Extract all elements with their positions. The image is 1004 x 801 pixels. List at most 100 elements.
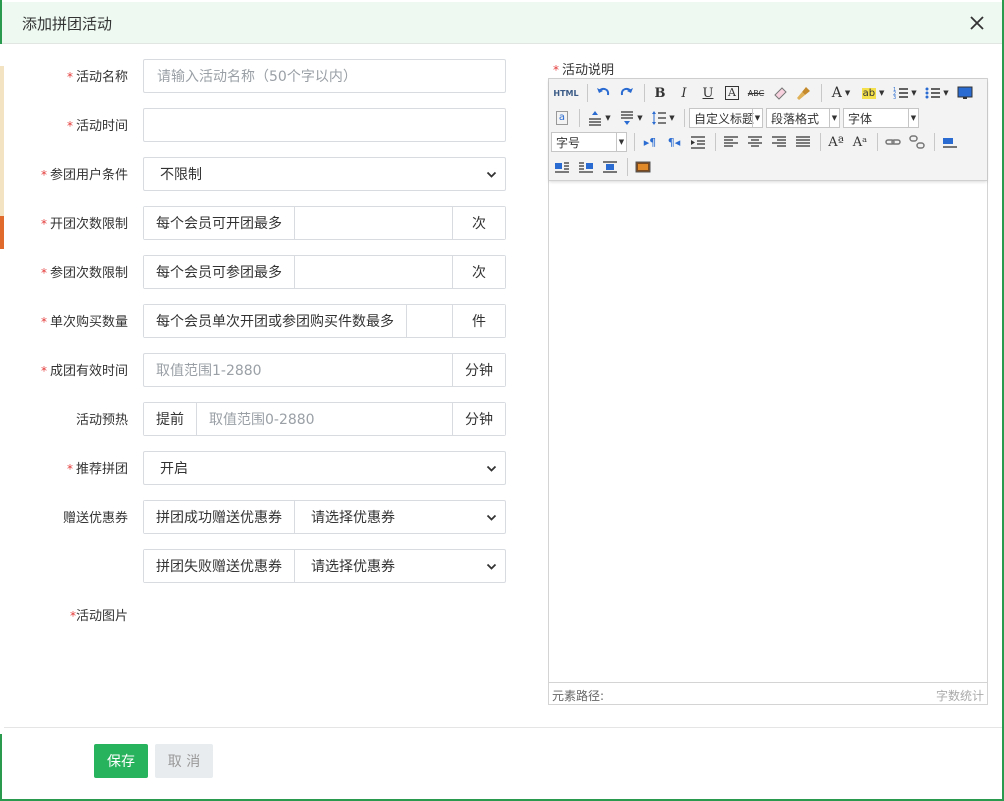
strikethrough-button[interactable]: ABC [745,82,767,104]
eraser-icon [774,87,787,100]
spacing-bottom-icon [621,111,634,125]
editor-content-area[interactable] [549,181,987,683]
ltr-button[interactable]: ▸¶ [639,131,661,153]
label-time: * 活动时间 [66,119,128,134]
paragraph-format-select[interactable]: 段落格式 ▼ [766,108,840,128]
cancel-button[interactable]: 取 消 [155,744,213,778]
valid-time-group: 取值范围1-2880 分钟 [143,353,506,387]
row-coupon-fail: 拼团失败赠送优惠券 请选择优惠券 [0,549,520,583]
image-center-icon [603,161,617,173]
font-size-select[interactable]: 字号 ▼ [551,132,627,152]
preheat-input[interactable]: 取值范围0-2880 [197,403,452,435]
indent-icon [691,136,705,149]
buy-limit-prefix: 每个会员单次开团或参团购买件数最多 [144,305,407,337]
dialog-title: 添加拼团活动 [22,15,113,33]
underline-button[interactable]: U [697,82,719,104]
element-path: 元素路径: [552,689,605,703]
dialog-header: 添加拼团活动 [2,2,1002,44]
word-count[interactable]: 字数统计 [936,687,984,704]
row-valid-time: * 成团有效时间 取值范围1-2880 分钟 [0,353,520,387]
lowercase-icon: Aᵃ [852,134,868,150]
coupon-fail-prefix: 拼团失败赠送优惠券 [144,550,295,582]
line-height-icon [652,111,667,125]
join-limit-suffix: 次 [452,256,505,288]
brush-icon [797,87,810,100]
open-limit-input[interactable] [295,207,452,239]
align-center-button[interactable] [744,131,766,153]
italic-icon: I [681,85,687,101]
uppercase-icon: Aª [828,134,844,150]
italic-button[interactable]: I [673,82,695,104]
close-button[interactable] [966,12,988,34]
row-name: * 活动名称 请输入活动名称（50个字以内） [0,59,520,93]
align-right-button[interactable] [768,131,790,153]
image-left-button[interactable] [551,156,573,178]
font-color-icon: A [831,85,842,101]
image-inline-icon [943,138,957,148]
image-none-button[interactable] [939,131,961,153]
fullscreen-button[interactable] [954,82,976,104]
font-border-icon: A [725,86,739,100]
font-family-select[interactable]: 字体 ▼ [843,108,919,128]
html-source-button[interactable]: HTML [551,82,581,104]
bold-icon: B [654,85,666,101]
line-height-button[interactable]: ▼ [648,107,678,129]
close-icon [970,16,984,30]
ordered-list-button[interactable]: 1 2 3 ▼ [890,82,920,104]
align-center-icon [748,136,762,147]
align-left-button[interactable] [720,131,742,153]
format-brush-button[interactable] [793,82,815,104]
rtl-icon: ¶◂ [667,135,681,149]
row-spacing-bottom-button[interactable]: ▼ [616,107,646,129]
label-recommend: * 推荐拼团 [66,462,128,477]
undo-button[interactable] [592,82,614,104]
font-border-button[interactable]: A [721,82,743,104]
row-spacing-top-button[interactable]: ▼ [584,107,614,129]
unlink-icon [909,135,925,149]
unordered-list-button[interactable]: ▼ [922,82,952,104]
align-justify-button[interactable] [792,131,814,153]
indent-button[interactable] [687,131,709,153]
recommend-select[interactable]: 开启 [143,451,506,485]
buy-limit-input[interactable] [407,305,452,337]
insert-image-button[interactable] [632,156,654,178]
custom-title-select[interactable]: 自定义标题 ▼ [689,108,763,128]
spacing-top-icon [589,111,602,126]
chevron-down-icon [486,465,497,472]
label-join-limit: * 参团次数限制 [40,266,128,281]
coupon-fail-select[interactable]: 请选择优惠券 [295,550,505,582]
row-time: * 活动时间 [0,108,520,142]
label-user-condition: * 参团用户条件 [40,168,128,183]
chevron-down-icon [486,171,497,178]
background-color-button[interactable]: ab ▼ [858,82,888,104]
rtl-button[interactable]: ¶◂ [663,131,685,153]
coupon-success-select[interactable]: 请选择优惠券 [295,501,505,533]
activity-time-input[interactable] [143,108,506,142]
uppercase-button[interactable]: Aª [825,131,847,153]
user-condition-select[interactable]: 不限制 [143,157,506,191]
link-icon [885,139,901,145]
link-button[interactable] [882,131,904,153]
font-color-button[interactable]: A ▼ [826,82,856,104]
image-center-button[interactable] [599,156,621,178]
eraser-button[interactable] [769,82,791,104]
save-button[interactable]: 保存 [94,744,148,778]
ltr-icon: ▸¶ [643,135,657,149]
preheat-prefix: 提前 [144,403,197,435]
image-right-button[interactable] [575,156,597,178]
redo-button[interactable] [616,82,638,104]
image-left-icon [555,162,569,173]
lowercase-button[interactable]: Aᵃ [849,131,871,153]
open-limit-prefix: 每个会员可开团最多 [144,207,295,239]
label-open-limit: * 开团次数限制 [40,217,128,232]
rich-text-editor: HTML B I U A ABC A ▼ ab ▼ 1 2 3 ▼ ▼ a ▼ ▼ ▼ [548,78,988,705]
insert-code-button[interactable]: a [551,107,573,129]
bold-button[interactable]: B [649,82,671,104]
unlink-button[interactable] [906,131,928,153]
label-preheat: 活动预热 [75,413,128,428]
activity-name-input[interactable]: 请输入活动名称（50个字以内） [143,59,506,93]
join-limit-input[interactable] [295,256,452,288]
valid-time-input[interactable]: 取值范围1-2880 [144,354,452,386]
open-limit-suffix: 次 [452,207,505,239]
join-limit-prefix: 每个会员可参团最多 [144,256,295,288]
